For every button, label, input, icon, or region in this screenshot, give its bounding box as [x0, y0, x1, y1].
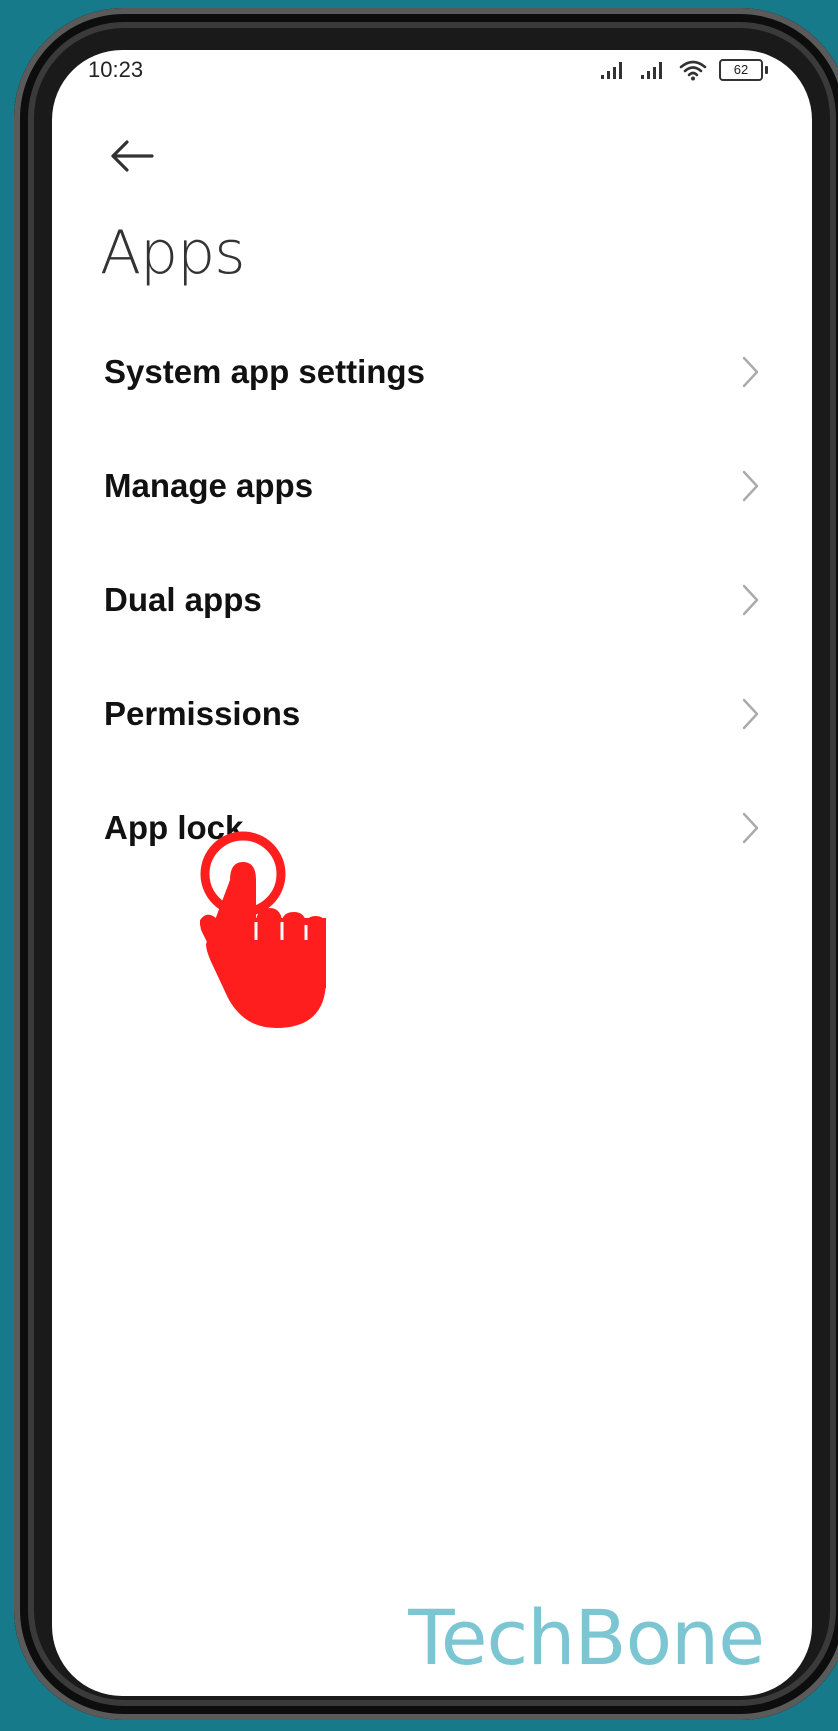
menu-item-app-lock[interactable]: App lock — [52, 771, 812, 885]
battery-level: 62 — [719, 59, 763, 81]
page-title: Apps — [100, 218, 245, 288]
menu-item-dual-apps[interactable]: Dual apps — [52, 543, 812, 657]
menu-item-label: System app settings — [104, 353, 425, 390]
signal-icon — [601, 62, 622, 79]
menu-item-permissions[interactable]: Permissions — [52, 657, 812, 771]
status-icons: 62 — [599, 58, 768, 82]
menu-item-system-app-settings[interactable]: System app settings — [52, 315, 812, 429]
watermark-logo: TechBone — [408, 1593, 765, 1682]
signal-icon — [641, 62, 662, 79]
back-button[interactable] — [104, 128, 160, 184]
chevron-right-icon — [742, 584, 759, 616]
wifi-icon — [679, 60, 707, 81]
tap-hand-icon — [200, 831, 326, 1028]
menu-item-manage-apps[interactable]: Manage apps — [52, 429, 812, 543]
chevron-right-icon — [742, 356, 759, 388]
settings-menu-list: System app settings Manage apps Dual app… — [52, 315, 812, 885]
phone-screen: 10:23 62 Apps System app settings Manage… — [52, 50, 812, 1696]
menu-item-label: Manage apps — [104, 467, 314, 504]
menu-item-label: Permissions — [104, 695, 301, 732]
battery-tip — [765, 66, 768, 74]
page-background: 10:23 62 Apps System app settings Manage… — [0, 0, 838, 1731]
menu-item-label: Dual apps — [104, 581, 262, 618]
chevron-right-icon — [742, 698, 759, 730]
status-time: 10:23 — [88, 57, 144, 82]
chevron-right-icon — [742, 812, 759, 844]
battery-icon: 62 — [719, 59, 768, 81]
chevron-right-icon — [742, 470, 759, 502]
back-arrow-icon — [111, 140, 154, 172]
status-bar: 10:23 62 — [52, 50, 812, 90]
